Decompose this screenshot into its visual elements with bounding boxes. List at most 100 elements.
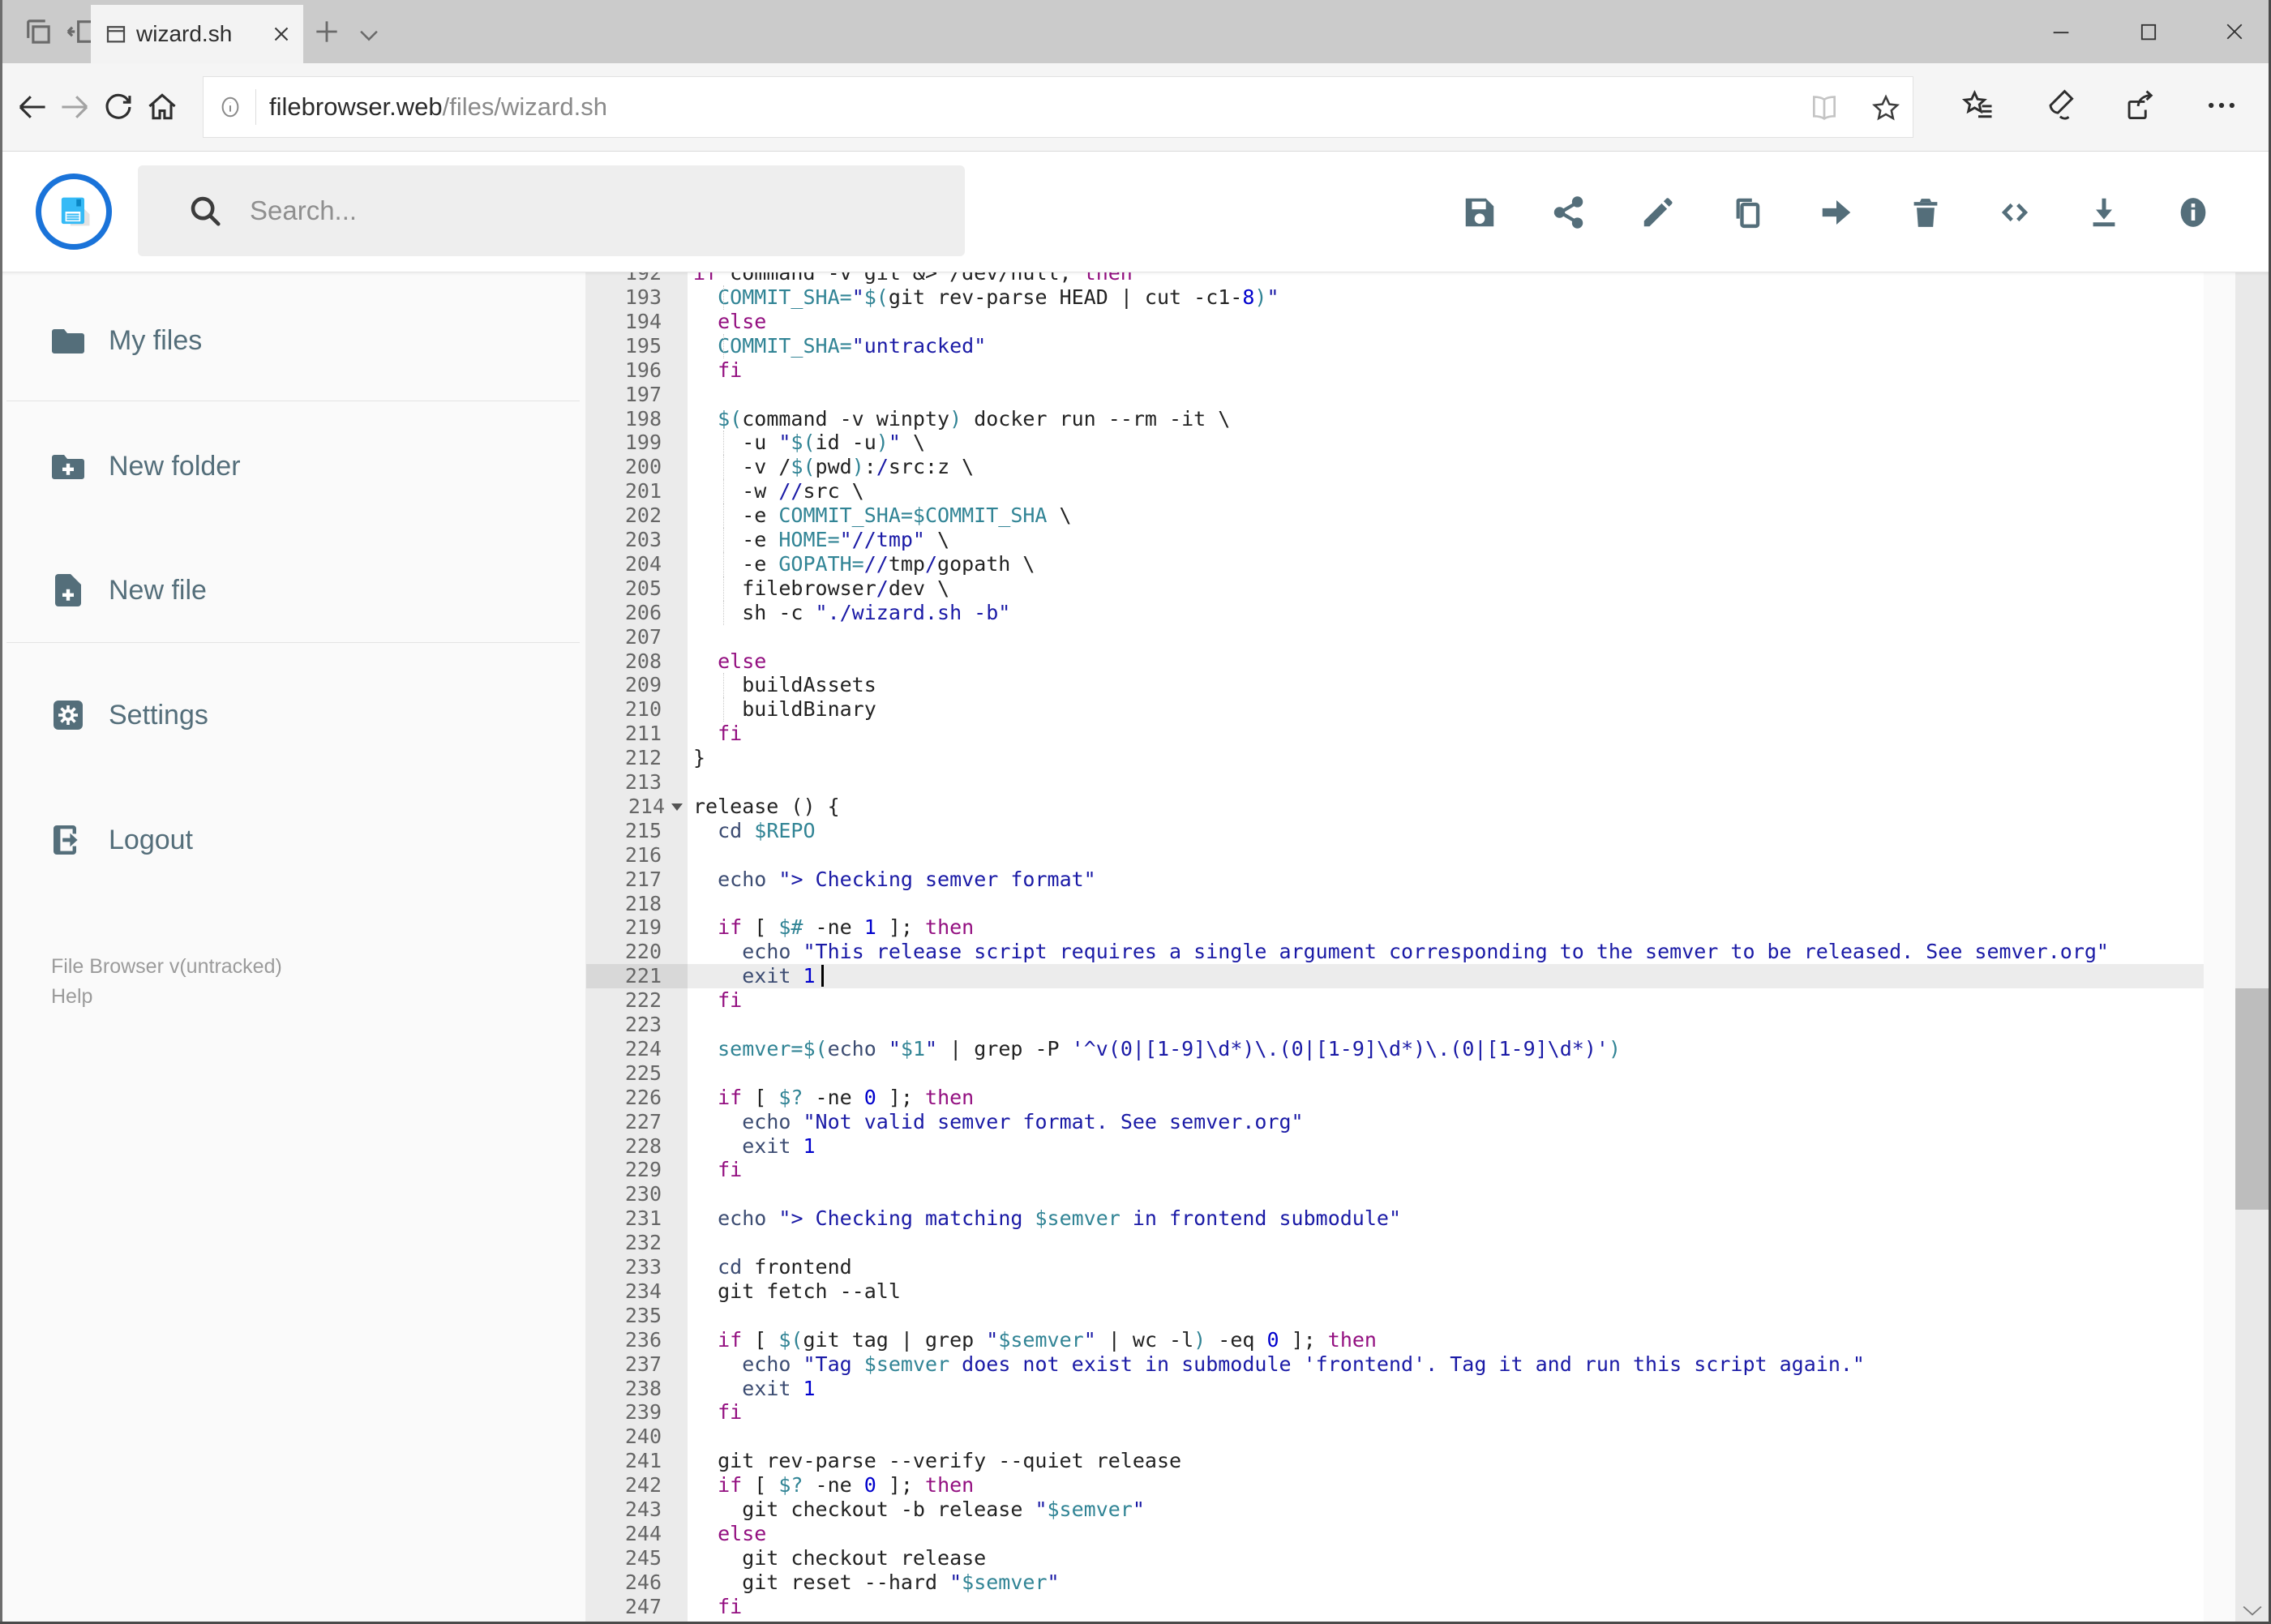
download-button[interactable]: [2059, 164, 2149, 261]
window-minimize-button[interactable]: [2037, 11, 2085, 52]
code-line[interactable]: fi: [688, 722, 2204, 746]
code-line[interactable]: git checkout release: [688, 1546, 2204, 1570]
address-bar[interactable]: filebrowser.web/files/wizard.sh: [203, 76, 1913, 138]
hub-favorites-icon[interactable]: [1960, 88, 1996, 123]
window-close-button[interactable]: [2210, 11, 2259, 52]
code-line[interactable]: -w //src \: [688, 479, 2204, 503]
code-line[interactable]: if [ $# -ne 1 ]; then: [688, 915, 2204, 940]
code-line[interactable]: sh -c "./wizard.sh -b": [688, 601, 2204, 625]
code-line[interactable]: cd frontend: [688, 1255, 2204, 1279]
sidebar-item-new-folder[interactable]: New folder: [0, 422, 576, 511]
code-line[interactable]: fi: [688, 1400, 2204, 1425]
line-number: 245: [624, 1545, 662, 1570]
move-button[interactable]: [1792, 164, 1881, 261]
help-link[interactable]: Help: [51, 985, 92, 1009]
favorite-star-icon[interactable]: [1870, 92, 1901, 123]
share-page-icon[interactable]: [2121, 88, 2157, 123]
tab-preview-icon[interactable]: [21, 15, 55, 49]
code-line[interactable]: -e COMMIT_SHA=$COMMIT_SHA \: [688, 503, 2204, 528]
code-line[interactable]: COMMIT_SHA="untracked": [688, 334, 2204, 358]
code-line[interactable]: fi: [688, 358, 2204, 383]
code-line[interactable]: filebrowser/dev \: [688, 576, 2204, 601]
code-line[interactable]: buildBinary: [688, 697, 2204, 722]
code-line[interactable]: release () {: [688, 795, 2204, 819]
sidebar-item-new-file[interactable]: New file: [0, 546, 576, 635]
code-line[interactable]: -v /$(pwd):/src:z \: [688, 455, 2204, 479]
code-line[interactable]: semver=$(echo "$1" | grep -P '^v(0|[1-9]…: [688, 1037, 2204, 1061]
code-line[interactable]: else: [688, 1522, 2204, 1546]
code-line[interactable]: echo "Tag $semver does not exist in subm…: [688, 1352, 2204, 1377]
tab-dropdown-chevron-icon[interactable]: [355, 21, 383, 44]
code-line[interactable]: [688, 1182, 2204, 1206]
sidebar-item-settings[interactable]: Settings: [0, 671, 576, 760]
home-icon[interactable]: [144, 89, 180, 125]
reading-view-icon[interactable]: [1809, 92, 1840, 123]
more-ellipsis-icon[interactable]: [2204, 88, 2239, 123]
fold-arrow-icon[interactable]: [671, 803, 683, 812]
code-line[interactable]: [688, 1013, 2204, 1037]
code-line[interactable]: echo "This release script requires a sin…: [688, 940, 2204, 964]
code-line[interactable]: if [ $? -ne 0 ]; then: [688, 1473, 2204, 1498]
code-line[interactable]: [688, 383, 2204, 407]
code-line[interactable]: [688, 892, 2204, 916]
copy-button[interactable]: [1703, 164, 1792, 261]
code-line[interactable]: exit 1: [688, 1377, 2204, 1401]
page-scrollbar[interactable]: [2235, 152, 2269, 1624]
code-line[interactable]: cd $REPO: [688, 819, 2204, 843]
code-line[interactable]: [688, 1304, 2204, 1328]
info-button[interactable]: [2149, 164, 2238, 261]
code-line[interactable]: exit 1: [688, 1134, 2204, 1159]
code-line[interactable]: fi: [688, 1595, 2204, 1619]
line-number: 222: [624, 988, 662, 1013]
new-tab-icon[interactable]: [311, 16, 342, 47]
code-line[interactable]: git rev-parse --verify --quiet release: [688, 1449, 2204, 1473]
code-line[interactable]: buildAssets: [688, 673, 2204, 697]
code-line[interactable]: exit 1: [688, 964, 2204, 989]
browser-tab-wizard[interactable]: wizard.sh: [91, 5, 303, 63]
code-editor[interactable]: 192 193 194 195 196 197 198 199 200 201 202 203 204 2…: [586, 272, 2204, 1624]
sidebar-item-my-files[interactable]: My files: [0, 296, 576, 385]
code-line[interactable]: [688, 1061, 2204, 1086]
code-line[interactable]: git fetch --all: [688, 1279, 2204, 1304]
scrollbar-down-icon[interactable]: [2235, 1596, 2269, 1624]
code-line[interactable]: [688, 1425, 2204, 1449]
code-line[interactable]: echo "Not valid semver format. See semve…: [688, 1110, 2204, 1134]
window-maximize-button[interactable]: [2124, 11, 2173, 52]
filebrowser-logo-icon[interactable]: [36, 174, 112, 250]
search-input[interactable]: Search...: [138, 165, 965, 256]
sidebar-item-logout[interactable]: Logout: [0, 795, 576, 885]
code-line[interactable]: -u "$(id -u)" \: [688, 431, 2204, 455]
code-line[interactable]: echo "> Checking matching $semver in fro…: [688, 1206, 2204, 1231]
code-line[interactable]: fi: [688, 1158, 2204, 1182]
code-line[interactable]: [688, 843, 2204, 868]
code-line[interactable]: -e HOME="//tmp" \: [688, 528, 2204, 552]
code-line[interactable]: COMMIT_SHA="$(git rev-parse HEAD | cut -…: [688, 285, 2204, 310]
forward-icon[interactable]: [57, 89, 92, 125]
page-info-icon[interactable]: [218, 95, 242, 119]
code-line[interactable]: fi: [688, 988, 2204, 1013]
code-line[interactable]: else: [688, 649, 2204, 674]
tab-close-icon[interactable]: [269, 22, 294, 46]
code-line[interactable]: [688, 625, 2204, 649]
code-line[interactable]: if [ $(git tag | grep "$semver" | wc -l)…: [688, 1328, 2204, 1352]
save-button[interactable]: [1435, 164, 1524, 261]
code-line[interactable]: [688, 1231, 2204, 1255]
back-icon[interactable]: [15, 89, 50, 125]
code-line[interactable]: [688, 770, 2204, 795]
scrollbar-thumb[interactable]: [2235, 988, 2269, 1210]
refresh-icon[interactable]: [101, 89, 136, 125]
code-line[interactable]: git reset --hard "$semver": [688, 1570, 2204, 1595]
code-line[interactable]: -e GOPATH=//tmp/gopath \: [688, 552, 2204, 576]
code-line[interactable]: }: [688, 746, 2204, 770]
code-line[interactable]: if [ $? -ne 0 ]; then: [688, 1086, 2204, 1110]
code-line[interactable]: $(command -v winpty) docker run --rm -it…: [688, 407, 2204, 431]
code-line[interactable]: git checkout -b release "$semver": [688, 1498, 2204, 1522]
annotate-pen-icon[interactable]: [2042, 88, 2077, 123]
code-line[interactable]: echo "> Checking semver format": [688, 868, 2204, 892]
edit-button[interactable]: [1613, 164, 1703, 261]
code-line[interactable]: if command -v git &> /dev/null; then: [688, 272, 2204, 285]
code-button[interactable]: [1970, 164, 2059, 261]
delete-button[interactable]: [1881, 164, 1970, 261]
share-button[interactable]: [1524, 164, 1613, 261]
code-line[interactable]: else: [688, 310, 2204, 334]
